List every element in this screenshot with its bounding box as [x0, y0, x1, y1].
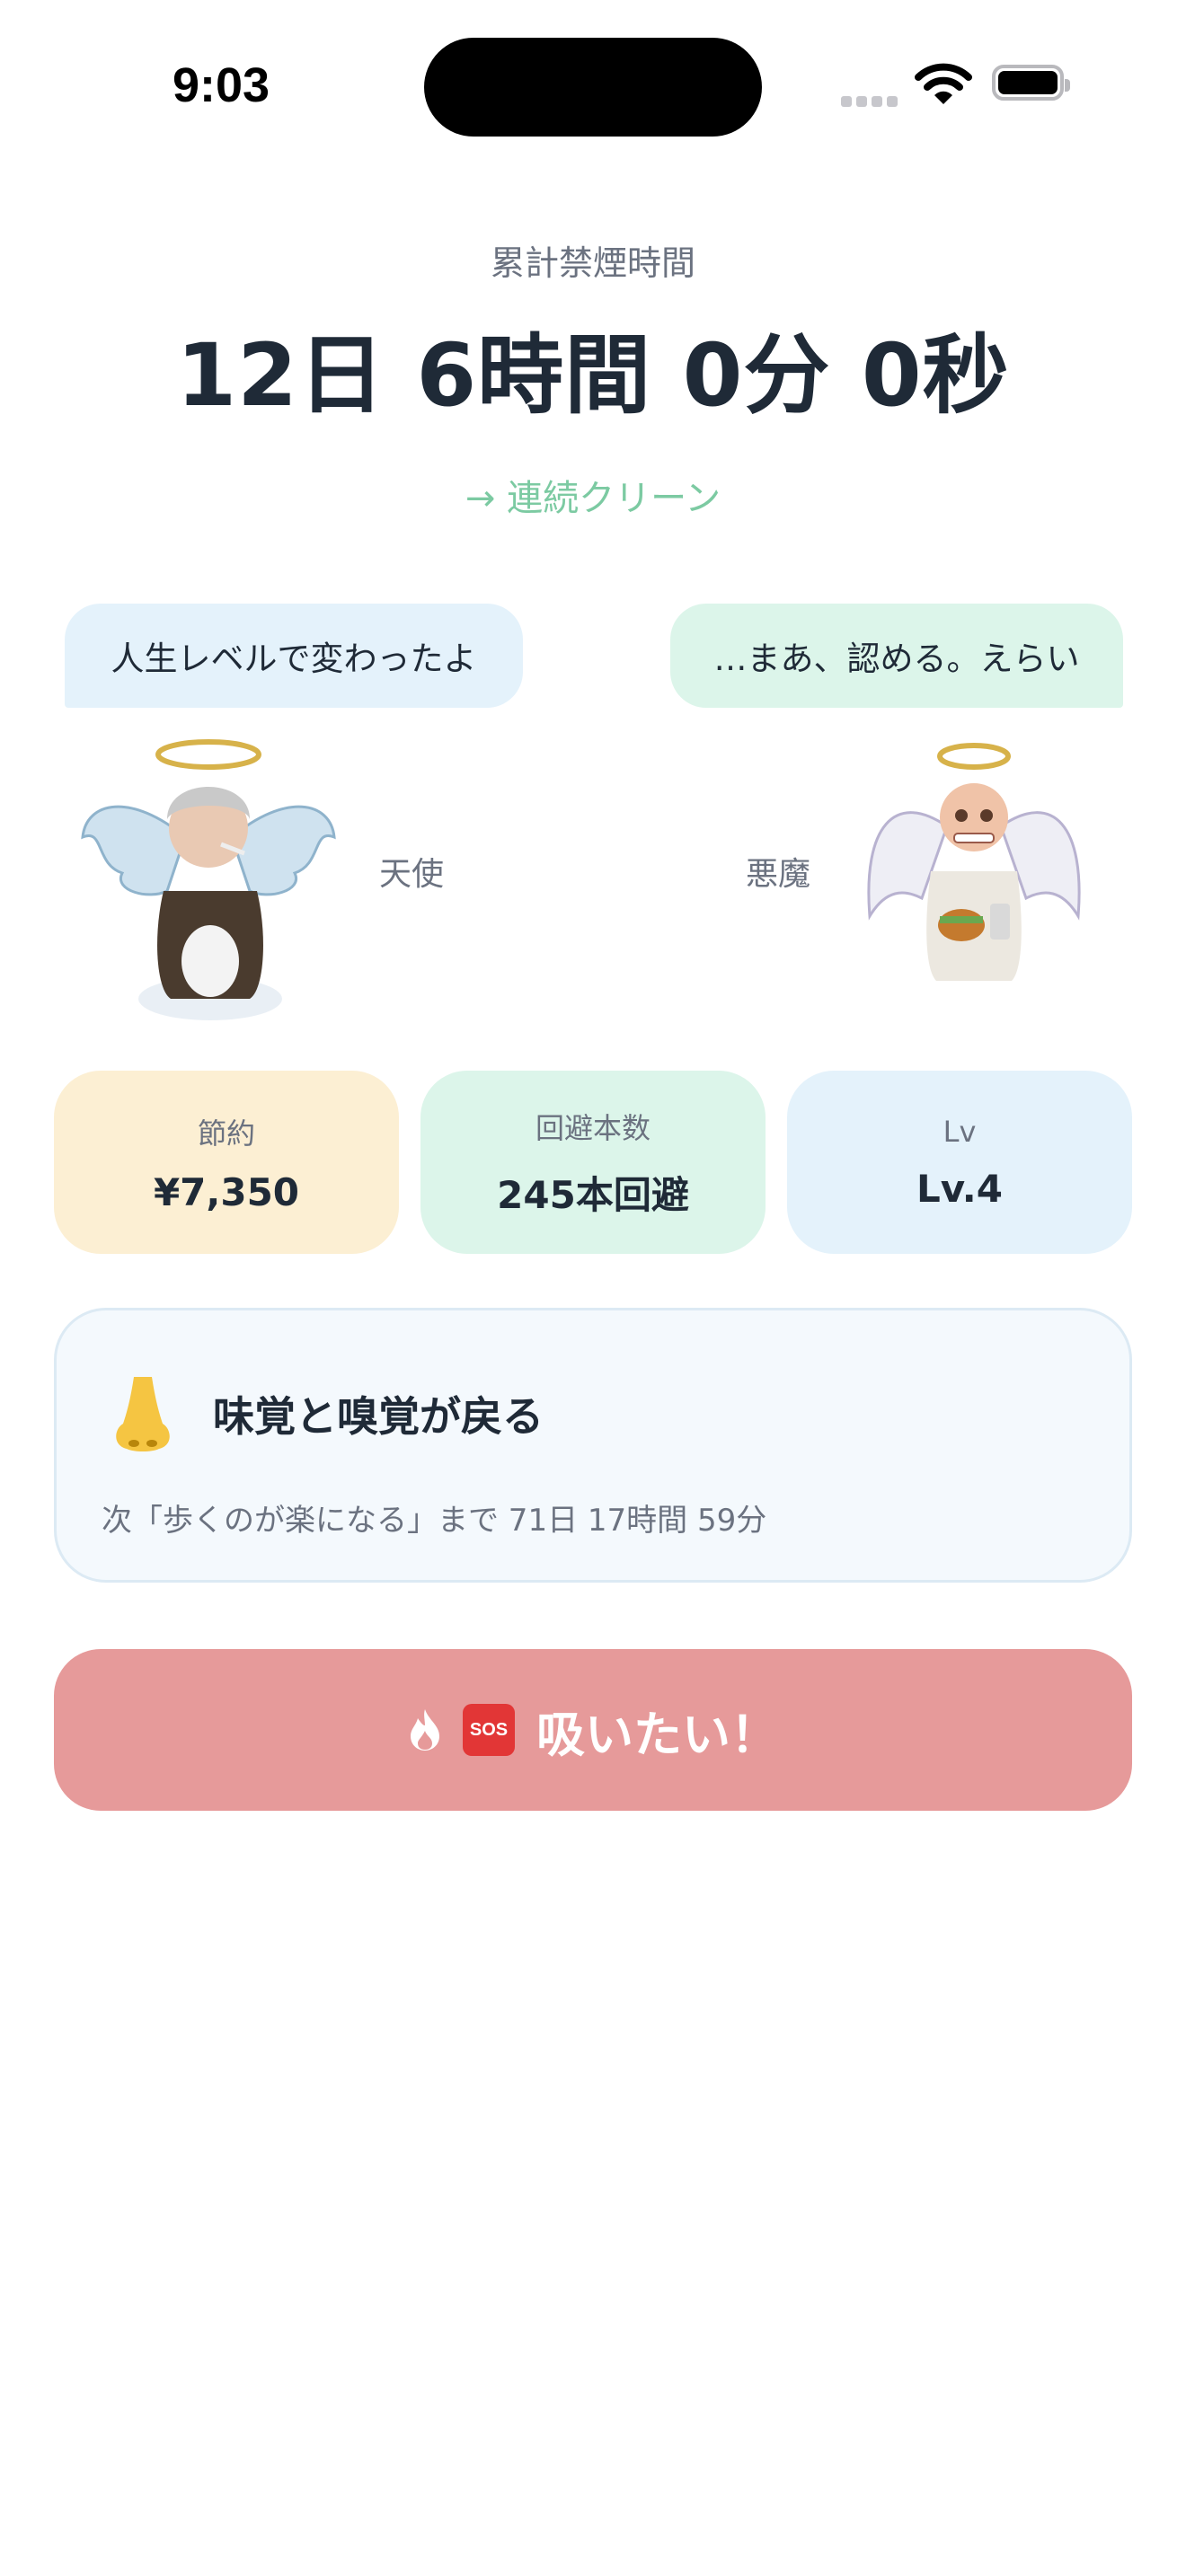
stat-label: 回避本数: [535, 1110, 651, 1145]
stat-value: ¥7,350: [153, 1169, 300, 1214]
stat-label: 節約: [197, 1116, 255, 1151]
sos-icon: SOS: [463, 1704, 515, 1756]
stat-value: Lv.4: [916, 1166, 1003, 1211]
status-time: 9:03: [173, 58, 270, 112]
milestone-card: 味覚と嗅覚が戻る 次「歩くのが楽になる」まで 71日 17時間 59分: [54, 1308, 1132, 1583]
streak-toggle-link[interactable]: → 連続クリーン: [0, 469, 1186, 521]
devil-character-illustration: [867, 743, 1081, 981]
stat-card-level: Lv Lv.4: [787, 1071, 1132, 1254]
stat-value: 245本回避: [497, 1172, 689, 1217]
stat-label: Lv: [943, 1114, 977, 1149]
flame-icon: [411, 1709, 439, 1751]
cumulative-time: 12日 6時間 0分 0秒: [176, 325, 1010, 426]
nose-icon: [116, 1377, 170, 1451]
cumulative-label: 累計禁煙時間: [490, 243, 695, 283]
stat-card-avoided: 回避本数 245本回避: [420, 1071, 766, 1254]
sos-craving-button[interactable]: SOS 吸いたい！: [54, 1649, 1132, 1811]
milestone-title: 味覚と嗅覚が戻る: [213, 1392, 544, 1441]
milestone-next: 次「歩くのが楽になる」まで 71日 17時間 59分: [102, 1503, 767, 1539]
stat-card-savings: 節約 ¥7,350: [54, 1071, 399, 1254]
devil-speech-bubble: …まあ、認める。えらい: [670, 604, 1123, 708]
angel-label: 天使: [379, 856, 445, 893]
devil-label: 悪魔: [746, 856, 811, 893]
battery-icon: [992, 65, 1070, 101]
sos-label: 吸いたい！: [536, 1707, 779, 1762]
angel-character-illustration: [81, 739, 336, 1020]
wifi-icon: [915, 63, 972, 104]
cellular-signal-icon: [841, 93, 902, 110]
dynamic-island: [424, 38, 762, 137]
angel-speech-bubble: 人生レベルで変わったよ: [65, 604, 523, 708]
